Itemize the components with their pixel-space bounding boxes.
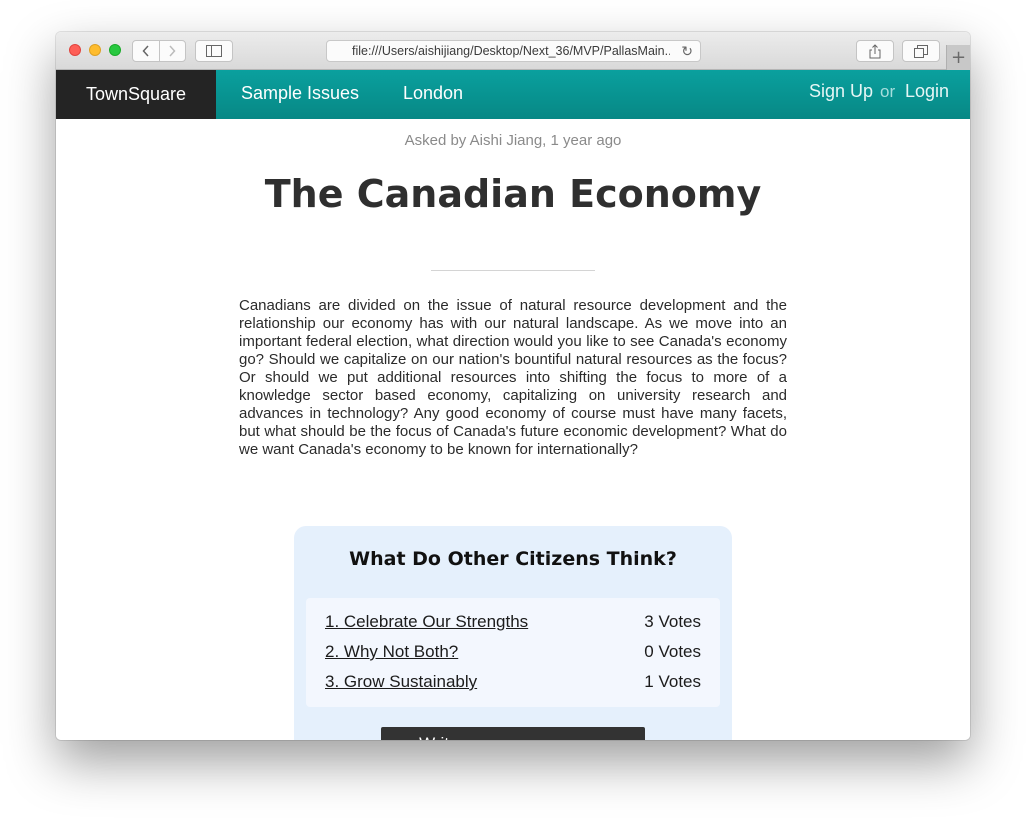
plus-icon: + bbox=[950, 47, 967, 68]
response-link[interactable]: 1. Celebrate Our Strengths bbox=[325, 612, 528, 632]
sign-up-link[interactable]: Sign Up bbox=[809, 81, 873, 102]
title-divider bbox=[431, 270, 595, 271]
vote-count: 0 Votes bbox=[644, 642, 701, 661]
issue-description: Canadians are divided on the issue of na… bbox=[239, 297, 787, 458]
url-text: file:///Users/aishijiang/Desktop/Next_36… bbox=[352, 44, 670, 58]
asked-by-text: Asked by Aishi Jiang, 1 year ago bbox=[404, 132, 622, 149]
list-item: 2. Why Not Both? 0 Votes bbox=[325, 642, 701, 664]
brand-logo[interactable]: TownSquare bbox=[56, 70, 216, 119]
tabs-icon bbox=[914, 44, 928, 58]
nav-link-london[interactable]: London bbox=[403, 83, 463, 104]
response-link[interactable]: 2. Why Not Both? bbox=[325, 642, 458, 662]
address-bar[interactable]: file:///Users/aishijiang/Desktop/Next_36… bbox=[326, 40, 701, 62]
chevron-right-icon bbox=[169, 45, 176, 57]
issue-page: Asked by Aishi Jiang, 1 year ago The Can… bbox=[56, 119, 970, 740]
vote-count: 3 Votes bbox=[644, 612, 701, 631]
minimize-window-button[interactable] bbox=[89, 44, 101, 56]
write-response-button[interactable]: Write your own response bbox=[381, 727, 645, 740]
back-button[interactable] bbox=[133, 41, 159, 61]
share-button[interactable] bbox=[856, 40, 894, 62]
response-list: 1. Celebrate Our Strengths 3 Votes 2. Wh… bbox=[306, 598, 720, 707]
login-link[interactable]: Login bbox=[905, 81, 949, 102]
list-item: 3. Grow Sustainably 1 Votes bbox=[325, 672, 701, 694]
close-window-button[interactable] bbox=[69, 44, 81, 56]
nav-link-sample-issues[interactable]: Sample Issues bbox=[241, 83, 359, 104]
issue-title: The Canadian Economy bbox=[264, 172, 762, 216]
forward-button[interactable] bbox=[158, 41, 185, 61]
history-nav bbox=[132, 40, 186, 62]
new-tab-button[interactable]: + bbox=[946, 45, 970, 70]
responses-panel: What Do Other Citizens Think? 1. Celebra… bbox=[294, 526, 732, 740]
list-item: 1. Celebrate Our Strengths 3 Votes bbox=[325, 612, 701, 634]
responses-heading: What Do Other Citizens Think? bbox=[349, 548, 677, 570]
chevron-left-icon bbox=[142, 45, 149, 57]
reload-icon[interactable]: ↻ bbox=[681, 43, 693, 60]
response-link[interactable]: 3. Grow Sustainably bbox=[325, 672, 477, 692]
browser-window: file:///Users/aishijiang/Desktop/Next_36… bbox=[56, 32, 970, 740]
site-navbar: TownSquare Sample Issues London Sign Up … bbox=[56, 70, 970, 119]
auth-separator: or bbox=[880, 82, 896, 101]
zoom-window-button[interactable] bbox=[109, 44, 121, 56]
sidebar-toggle-button[interactable] bbox=[195, 40, 233, 62]
browser-toolbar: file:///Users/aishijiang/Desktop/Next_36… bbox=[56, 32, 970, 70]
vote-count: 1 Votes bbox=[644, 672, 701, 691]
sidebar-icon bbox=[206, 45, 222, 57]
share-icon bbox=[869, 43, 881, 58]
tab-overview-button[interactable] bbox=[902, 40, 940, 62]
